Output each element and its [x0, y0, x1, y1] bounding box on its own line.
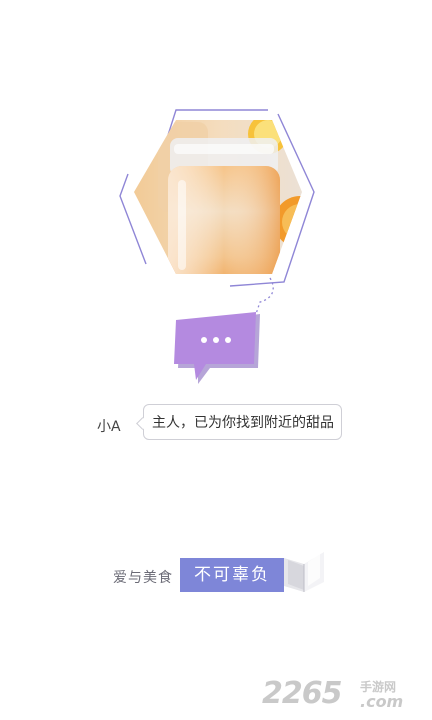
watermark-number: 2265: [262, 676, 342, 711]
dessert-photo-hexagon: [118, 104, 326, 300]
slogan-left-text: 爱与美食: [113, 570, 173, 586]
slogan-box-text: 不可辜负: [180, 558, 284, 592]
watermark-domain: .com: [360, 692, 404, 711]
watermark-logo: 2265 手游网 .com: [262, 676, 422, 712]
typing-dot: [225, 337, 231, 343]
assistant-name: 小A: [97, 419, 121, 435]
typing-dot: [201, 337, 207, 343]
splash-screen: 小A 主人，已为你找到附近的甜品 爱与美食 不可辜负 2265 手游网 .com: [0, 0, 432, 720]
open-book-icon: [282, 548, 326, 594]
assistant-message: 主人，已为你找到附近的甜品: [143, 404, 342, 440]
speech-bubble-icon: [174, 310, 262, 386]
typing-dot: [213, 337, 219, 343]
